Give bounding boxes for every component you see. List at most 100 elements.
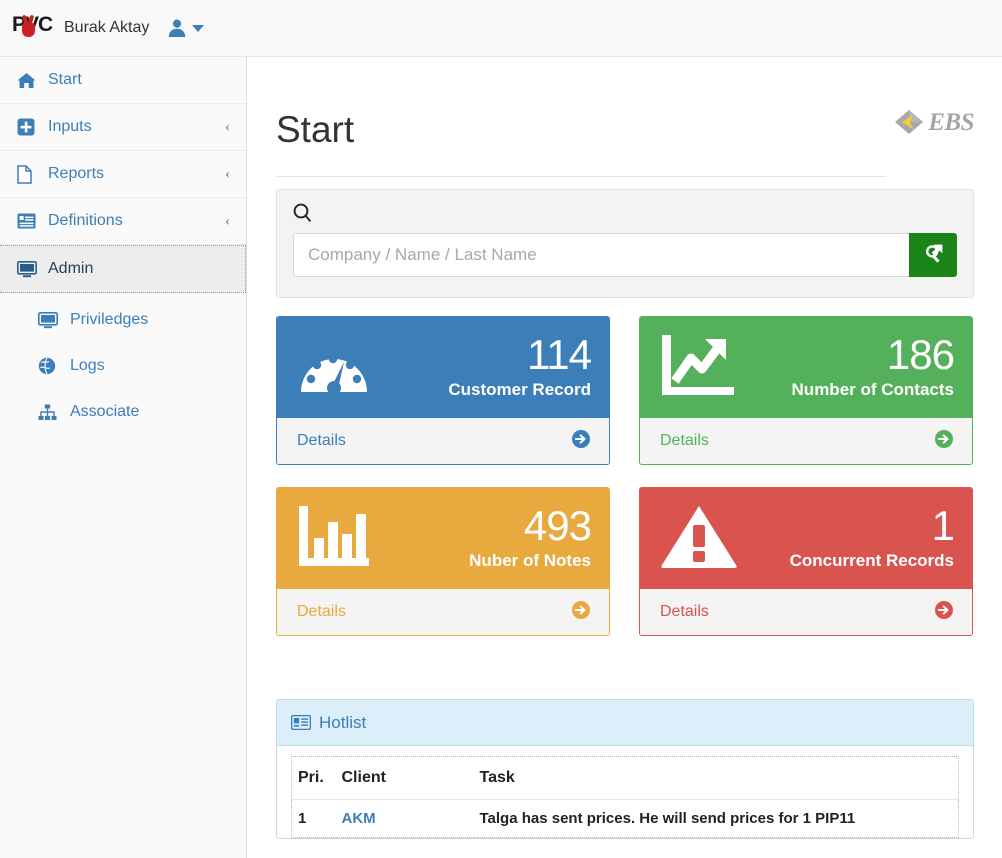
sidebar-chevron: ‹ [225,212,230,229]
page-header-divider [276,176,886,177]
cell-pri: 1 [298,810,307,827]
ebs-logo-text: EBS [928,108,974,136]
sidebar-item-logs[interactable]: Logs [0,343,246,389]
warning-triangle-icon [660,503,738,574]
stat-card-concurrent-records: 1 Concurrent Records Details [639,487,973,636]
stat-card-value: 1 [931,501,955,549]
column-header-task: Task [473,756,959,800]
column-header-pri: Pri. [291,756,336,800]
page-title: Start [276,109,355,150]
stat-card-value: 186 [886,330,955,378]
search-arrow-icon [921,242,945,269]
desktop-icon [38,311,62,329]
hotlist-header: Hotlist [277,700,973,746]
plus-square-icon [17,118,39,136]
stat-card-value: 493 [523,501,592,549]
search-input[interactable] [293,233,909,277]
sidebar-item-priviledges[interactable]: Priviledges [0,297,246,343]
stat-card-label: Concurrent Records [789,551,954,571]
sidebar-subitem-label: Priviledges [70,311,149,328]
stat-card-label: Nuber of Notes [469,551,591,571]
sidebar-subitem-label: Associate [70,403,140,420]
stat-card-details-link[interactable]: Details [277,418,609,464]
sidebar-item-label: Start [48,71,82,88]
stat-card-details-link[interactable]: Details [640,418,972,464]
sidebar: Start Inputs ‹ Reports ‹ Definitions ‹ A… [0,57,247,858]
sidebar-item-label: Inputs [48,118,92,135]
desktop-icon [17,260,39,278]
hotlist-panel: Hotlist Pri. Client Task 1 AKM Talga has… [276,699,974,839]
line-chart-icon [660,333,738,402]
globe-icon [38,357,62,375]
stat-card-details-label: Details [297,432,346,449]
sidebar-item-label: Admin [48,260,94,277]
user-name-label: Burak Aktay [64,19,150,36]
hotlist-title: Hotlist [319,712,367,732]
stat-card-label: Customer Record [448,380,591,400]
sidebar-item-label: Definitions [48,212,123,229]
sidebar-item-definitions[interactable]: Definitions ‹ [0,198,246,245]
file-icon [17,164,39,184]
stat-card-details-label: Details [297,603,346,620]
table-row[interactable]: 1 AKM Talga has sent prices. He will sen… [292,800,959,838]
list-alt-icon [17,213,39,229]
home-icon [17,72,39,89]
caret-down-icon [192,24,205,32]
stat-card-details-label: Details [660,432,709,449]
sidebar-item-label: Reports [48,165,105,182]
stat-card-customer-record: 114 Customer Record Details [276,316,610,465]
sidebar-subitem-label: Logs [70,357,105,374]
stat-card-body: 1 Concurrent Records [640,488,972,589]
user-menu-button[interactable] [167,18,205,38]
sidebar-item-associate[interactable]: Associate [0,389,246,435]
sitemap-icon [38,404,62,421]
app-logo[interactable]: PVC [12,11,54,45]
tachometer-icon [297,334,371,401]
ebs-diamond-icon [894,109,924,135]
stat-card-figures: 1 Concurrent Records [738,501,955,572]
page-header: Start EBS [276,57,974,177]
sidebar-subnav-admin: Priviledges Logs Associate [0,293,246,435]
search-icon [293,203,312,227]
sidebar-item-reports[interactable]: Reports ‹ [0,151,246,198]
sidebar-chevron: ‹ [225,118,230,135]
stat-card-figures: 114 Customer Record [371,330,592,401]
stat-card-body: 493 Nuber of Notes [277,488,609,589]
arrow-circle-right-icon [571,600,591,625]
sidebar-item-start[interactable]: Start [0,57,246,104]
arrow-circle-right-icon [571,429,591,454]
stat-card-body: 186 Number of Contacts [640,317,972,418]
sidebar-item-inputs[interactable]: Inputs ‹ [0,104,246,151]
cell-task: Talga has sent prices. He will send pric… [479,810,856,827]
stat-card-body: 114 Customer Record [277,317,609,418]
hotlist-table: Pri. Client Task 1 AKM Talga has sent pr… [291,756,959,838]
user-icon [167,18,187,38]
hotlist-table-wrap: Pri. Client Task 1 AKM Talga has sent pr… [277,746,973,838]
arrow-circle-right-icon [934,429,954,454]
stat-card-details-link[interactable]: Details [277,589,609,635]
bar-chart-icon [297,504,373,573]
stat-card-value: 114 [527,330,592,378]
search-row [293,233,957,277]
search-panel [276,189,974,298]
vcard-icon [291,715,311,730]
top-bar: PVC Burak Aktay [0,0,1002,57]
column-header-client: Client [335,756,474,800]
search-submit-button[interactable] [909,233,957,277]
ebs-logo: EBS [894,109,974,135]
stat-card-figures: 186 Number of Contacts [738,330,955,401]
sidebar-chevron: ‹ [225,165,230,182]
hand-victory-icon [22,22,35,37]
main-content: Start EBS Company / Name / Last Name 114… [248,57,1002,858]
cell-client[interactable]: AKM [336,800,474,838]
stat-cards: 114 Customer Record Details 186 Number o… [276,316,974,636]
arrow-circle-right-icon [934,600,954,625]
stat-card-number-of-notes: 493 Nuber of Notes Details [276,487,610,636]
sidebar-item-admin[interactable]: Admin [0,245,246,293]
stat-card-figures: 493 Nuber of Notes [373,501,592,572]
table-header-row: Pri. Client Task [291,756,959,800]
stat-card-label: Number of Contacts [791,380,954,400]
stat-card-details-link[interactable]: Details [640,589,972,635]
stat-card-details-label: Details [660,603,709,620]
search-icon-row [293,203,957,227]
